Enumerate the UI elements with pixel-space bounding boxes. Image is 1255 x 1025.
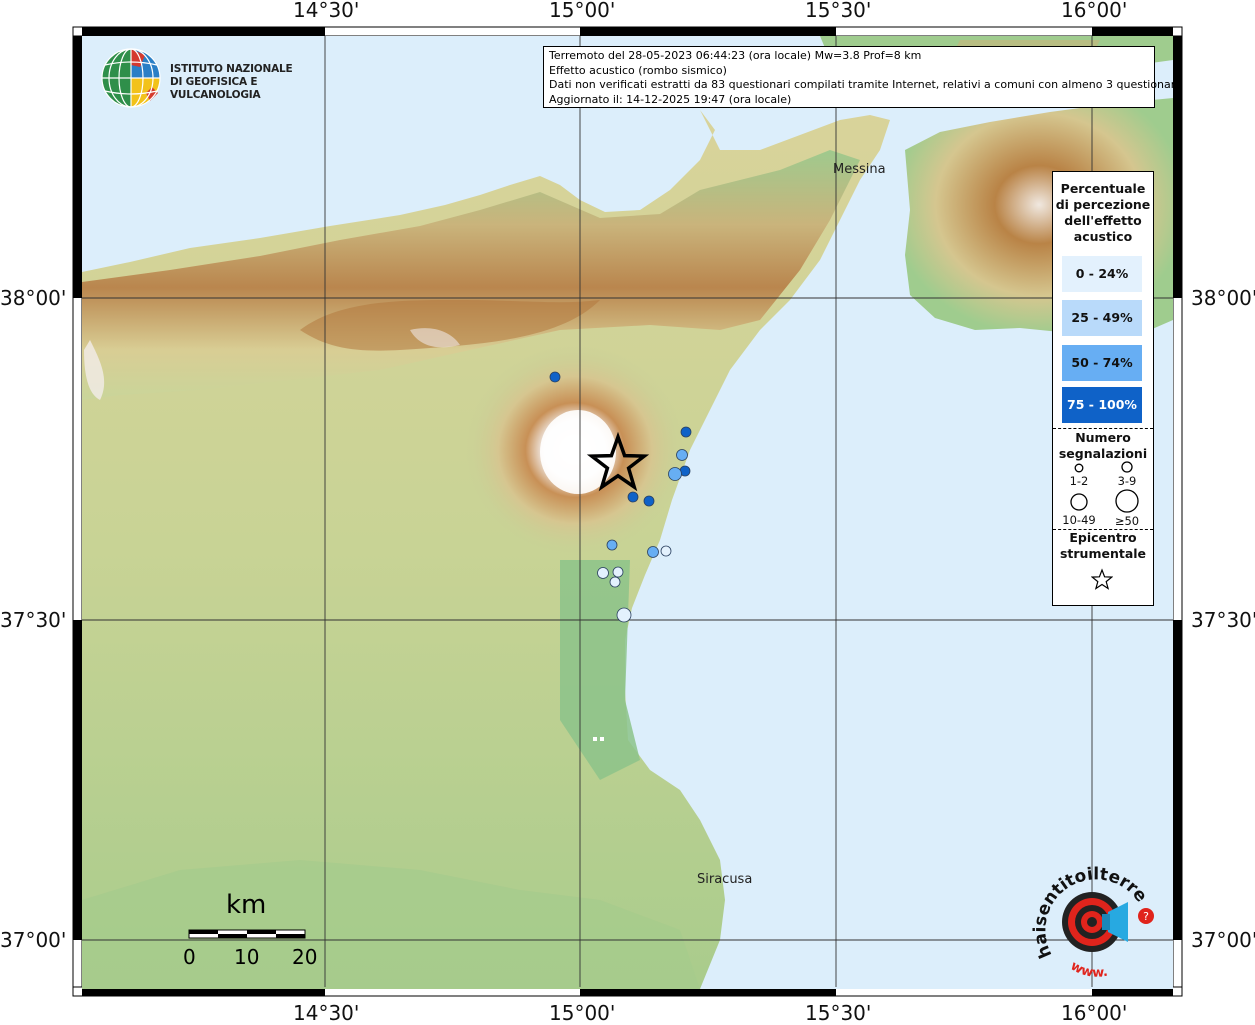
legend-count-title-line1: Numero	[1075, 430, 1131, 445]
lat-label-left-3: 37°00'	[0, 928, 67, 952]
scale-tick-0: 0	[183, 945, 196, 969]
lat-label-right-2: 37°30'	[1191, 608, 1255, 632]
ingv-logo-line2: di Geofisica e Vulcanologia	[170, 76, 261, 101]
legend-title-line1: Percentuale	[1060, 181, 1146, 196]
legend-range-50-74: 50 - 74%	[1062, 345, 1142, 381]
lat-label-left-2: 37°30'	[0, 608, 67, 632]
size-label-1-2: 1-2	[1069, 474, 1089, 488]
obs-point	[668, 467, 682, 481]
legend: Percentuale di percezione dell'effetto a…	[1052, 171, 1154, 606]
obs-point	[597, 567, 609, 579]
obs-point	[549, 371, 561, 383]
size-label-50-plus: ≥50	[1114, 514, 1140, 528]
scale-tick-20: 20	[292, 945, 318, 969]
lat-label-right-1: 38°00'	[1191, 286, 1255, 310]
legend-count-title-line2: segnalazioni	[1058, 446, 1148, 461]
obs-point	[627, 491, 639, 503]
lon-label-top-4: 16°00'	[1061, 0, 1128, 22]
lon-label-bottom-4: 16°00'	[1061, 1001, 1128, 1025]
obs-point	[676, 449, 688, 461]
scale-unit: km	[226, 890, 267, 920]
city-label-messina: Messina	[833, 162, 886, 177]
size-symbol-xlarge	[1115, 489, 1139, 513]
event-data-note: Dati non verificati estratti da 83 quest…	[549, 78, 1182, 91]
haisentito-logo-url: www.	[1068, 959, 1109, 981]
size-label-10-49: 10-49	[1062, 513, 1096, 527]
ingv-logo: Istituto Nazionale di Geofisica e Vulcan…	[100, 47, 330, 109]
haisentito-logo: ? haisentitoilterremoto.it www.	[1021, 845, 1170, 985]
legend-range-25-49: 25 - 49%	[1062, 300, 1142, 336]
lon-label-top-2: 15°00'	[549, 0, 616, 22]
lat-label-left-1: 38°00'	[0, 286, 67, 310]
size-symbol-small	[1074, 463, 1084, 473]
lon-label-bottom-2: 15°00'	[549, 1001, 616, 1025]
scale-bar: km 0 10 20	[180, 890, 330, 970]
svg-text:?: ?	[1143, 910, 1149, 923]
city-label-siracusa: Siracusa	[697, 872, 753, 887]
ingv-logo-line1: Istituto Nazionale	[170, 63, 293, 75]
size-symbol-medium	[1121, 461, 1133, 473]
scale-bar-graphic	[188, 929, 306, 939]
star-icon	[1091, 568, 1113, 590]
size-label-3-9: 3-9	[1117, 474, 1137, 488]
lon-label-bottom-1: 14°30'	[293, 1001, 360, 1025]
obs-point	[647, 546, 659, 558]
haisentito-logo-icon: ? haisentitoilterremoto.it www.	[1021, 845, 1154, 981]
legend-title-line4: acustico	[1073, 229, 1133, 244]
event-effect: Effetto acustico (rombo sismico)	[549, 63, 727, 77]
obs-point	[616, 607, 632, 623]
event-updated: Aggiornato il: 14-12-2025 19:47 (ora loc…	[549, 92, 792, 106]
lon-label-top-1: 14°30'	[293, 0, 360, 22]
event-title: Terremoto del 28-05-2023 06:44:23 (ora l…	[549, 49, 922, 62]
scale-tick-10: 10	[234, 945, 260, 969]
legend-title-line2: di percezione	[1055, 197, 1151, 212]
event-info-box: Terremoto del 28-05-2023 06:44:23 (ora l…	[543, 46, 1182, 108]
lat-label-right-3: 37°00'	[1191, 928, 1255, 952]
obs-point	[680, 426, 692, 438]
lon-label-bottom-3: 15°30'	[805, 1001, 872, 1025]
legend-range-0-24: 0 - 24%	[1062, 256, 1142, 292]
obs-point	[609, 576, 621, 588]
lon-label-top-3: 15°30'	[805, 0, 872, 22]
ingv-globe-icon	[101, 48, 161, 108]
legend-epicenter-title-line2: strumentale	[1059, 546, 1147, 561]
size-symbol-large	[1070, 493, 1088, 511]
obs-point	[660, 545, 672, 557]
legend-title-line3: dell'effetto	[1064, 213, 1142, 228]
legend-range-75-100: 75 - 100%	[1062, 387, 1142, 423]
obs-point	[612, 566, 624, 578]
obs-point	[606, 539, 618, 551]
obs-point	[643, 495, 655, 507]
legend-epicenter-title-line1: Epicentro	[1069, 530, 1137, 545]
legend-separator	[1053, 428, 1153, 429]
